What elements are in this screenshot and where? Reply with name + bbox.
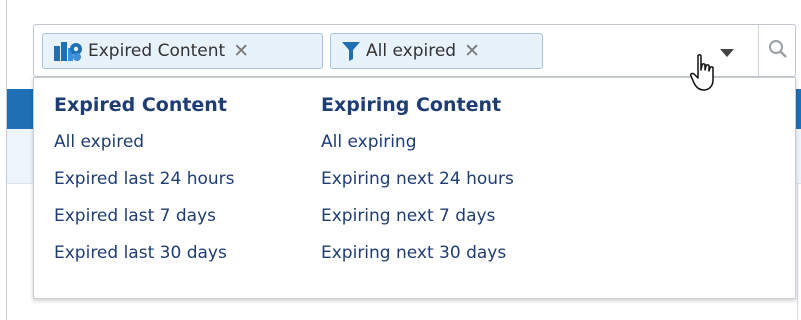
- filter-dropdown-menu: Expired Content All expired Expired last…: [33, 77, 796, 299]
- remove-filter-icon[interactable]: ✕: [233, 41, 249, 61]
- expired-content-heading: Expired Content: [54, 94, 227, 116]
- search-divider: [758, 25, 759, 76]
- expiring-content-heading: Expiring Content: [321, 94, 502, 116]
- menu-item-expired-7-days[interactable]: Expired last 7 days: [54, 198, 234, 235]
- expired-content-column: Expired Content All expired Expired last…: [54, 92, 234, 272]
- menu-item-expired-30-days[interactable]: Expired last 30 days: [54, 235, 234, 272]
- menu-item-all-expiring[interactable]: All expiring: [321, 124, 514, 161]
- menu-item-expiring-30-days[interactable]: Expiring next 30 days: [321, 235, 514, 272]
- filter-chip-all-expired[interactable]: All expired ✕: [330, 33, 543, 69]
- menu-item-expired-24-hours[interactable]: Expired last 24 hours: [54, 161, 234, 198]
- content-types-icon: [53, 40, 83, 62]
- page-right-border: [797, 183, 798, 320]
- menu-item-expiring-7-days[interactable]: Expiring next 7 days: [321, 198, 514, 235]
- menu-item-all-expired[interactable]: All expired: [54, 124, 234, 161]
- search-icon: [768, 39, 788, 63]
- filter-chip-expired-content[interactable]: Expired Content ✕: [42, 33, 323, 69]
- menu-item-expiring-24-hours[interactable]: Expiring next 24 hours: [321, 161, 514, 198]
- filter-chip-label: All expired: [366, 41, 457, 61]
- search-button[interactable]: [760, 25, 795, 76]
- filter-chip-label: Expired Content: [88, 41, 226, 61]
- remove-filter-icon[interactable]: ✕: [464, 41, 480, 61]
- funnel-icon: [341, 40, 361, 62]
- expiring-content-column: Expiring Content All expiring Expiring n…: [321, 92, 514, 272]
- hand-pointer-cursor-icon: [690, 54, 720, 96]
- search-bar[interactable]: Expired Content ✕ All expired ✕: [33, 24, 796, 77]
- chevron-down-icon: [720, 49, 734, 57]
